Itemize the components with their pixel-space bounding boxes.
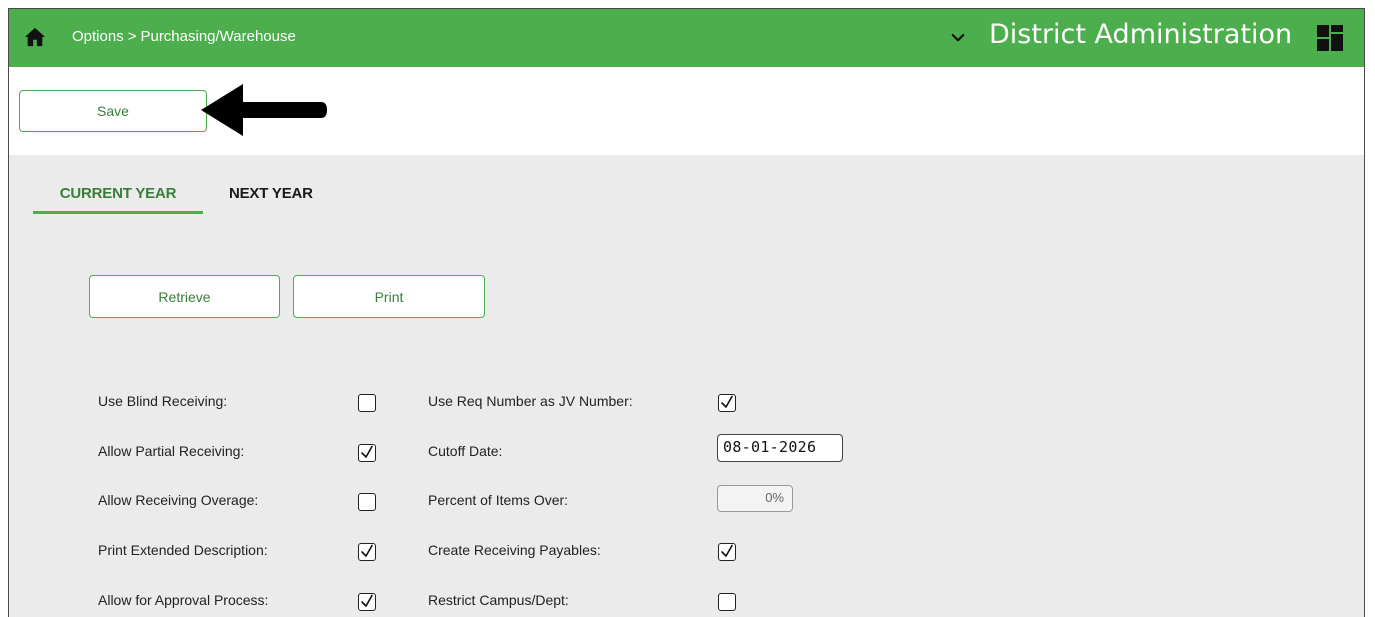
breadcrumb-item-options[interactable]: Options <box>72 28 124 45</box>
app-title[interactable]: District Administration <box>989 19 1292 50</box>
retrieve-button[interactable]: Retrieve <box>89 275 280 318</box>
tab-current-year[interactable]: CURRENT YEAR <box>33 185 203 214</box>
grid-icon[interactable] <box>1317 25 1343 51</box>
save-button[interactable]: Save <box>19 90 207 132</box>
field-label-use-blind-receiving: Use Blind Receiving: <box>98 393 228 409</box>
breadcrumb: Options > Purchasing/Warehouse <box>72 28 296 45</box>
field-label-restrict-campus-dept: Restrict Campus/Dept: <box>428 592 569 608</box>
checkbox-allow-partial-receiving[interactable] <box>358 444 376 462</box>
field-label-allow-receiving-overage: Allow Receiving Overage: <box>98 492 259 508</box>
field-label-create-receiving-payables: Create Receiving Payables: <box>428 542 601 558</box>
field-label-percent-items-over: Percent of Items Over: <box>428 492 569 508</box>
tab-next-year[interactable]: NEXT YEAR <box>229 185 313 202</box>
checkbox-use-blind-receiving[interactable] <box>358 394 376 412</box>
top-bar: Options > Purchasing/Warehouse District … <box>9 9 1364 67</box>
checkmark-icon <box>361 445 373 458</box>
field-label-allow-partial-receiving: Allow Partial Receiving: <box>98 443 245 459</box>
checkbox-allow-receiving-overage[interactable] <box>358 493 376 511</box>
checkmark-icon <box>721 544 733 557</box>
checkbox-allow-approval-process[interactable] <box>358 593 376 611</box>
checkmark-icon <box>361 594 373 607</box>
print-button[interactable]: Print <box>293 275 485 318</box>
breadcrumb-item-current: Purchasing/Warehouse <box>140 28 296 45</box>
field-label-cutoff-date: Cutoff Date: <box>428 443 503 459</box>
field-label-use-req-number-as-jv: Use Req Number as JV Number: <box>428 393 633 409</box>
toolbar: Save <box>9 67 1364 155</box>
checkbox-print-extended-description[interactable] <box>358 543 376 561</box>
app-frame: Options > Purchasing/Warehouse District … <box>8 8 1365 617</box>
chevron-down-icon[interactable] <box>949 29 967 47</box>
arrow-left-icon <box>201 84 327 136</box>
field-label-print-extended-description: Print Extended Description: <box>98 542 268 558</box>
checkmark-icon <box>721 395 733 408</box>
checkmark-icon <box>361 544 373 557</box>
field-label-allow-approval-process: Allow for Approval Process: <box>98 592 269 608</box>
checkbox-create-receiving-payables[interactable] <box>718 543 736 561</box>
checkbox-restrict-campus-dept[interactable] <box>718 593 736 611</box>
breadcrumb-separator: > <box>127 28 137 45</box>
home-icon[interactable] <box>24 26 46 48</box>
checkbox-use-req-number-as-jv[interactable] <box>718 394 736 412</box>
percent-items-over-input: 0% <box>717 485 793 512</box>
cutoff-date-input[interactable]: 08-01-2026 <box>717 434 843 462</box>
